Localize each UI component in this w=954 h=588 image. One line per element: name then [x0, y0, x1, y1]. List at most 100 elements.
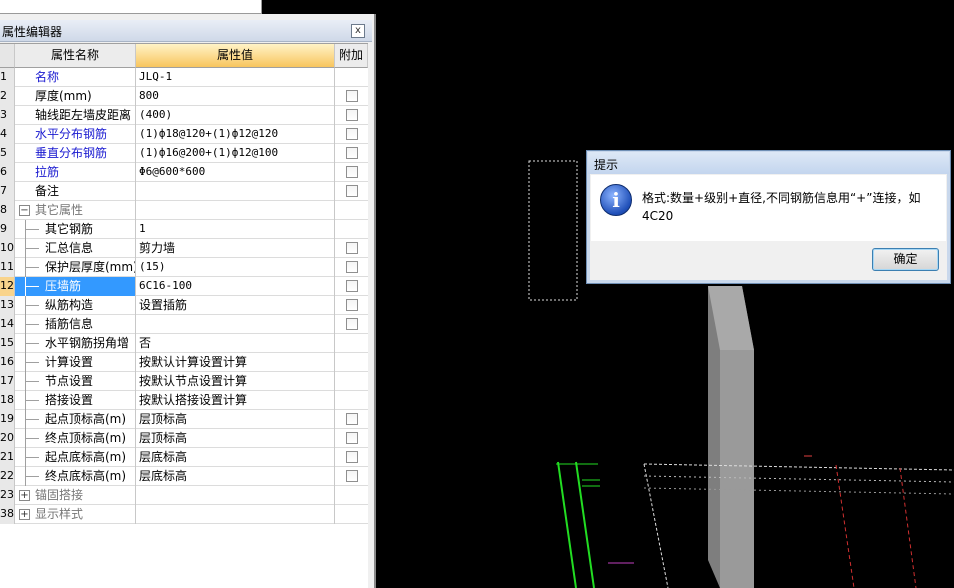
extra-checkbox[interactable]	[346, 299, 358, 311]
property-name-cell[interactable]: 终点顶标高(m)	[15, 429, 136, 448]
property-value[interactable]: (1)ф16@200+(1)ф12@100	[136, 144, 335, 163]
property-value[interactable]: Φ6@600*600	[136, 163, 335, 182]
extra-checkbox[interactable]	[346, 261, 358, 273]
property-name-cell[interactable]: 备注	[15, 182, 136, 201]
property-value[interactable]	[136, 505, 335, 524]
property-row[interactable]: 20 终点顶标高(m) 层顶标高	[0, 429, 368, 448]
property-name-cell[interactable]: 终点底标高(m)	[15, 467, 136, 486]
extra-checkbox[interactable]	[346, 147, 358, 159]
property-row[interactable]: 22 终点底标高(m) 层底标高	[0, 467, 368, 486]
cad-drawing[interactable]	[378, 0, 954, 588]
property-name-cell[interactable]: 水平分布钢筋	[15, 125, 136, 144]
property-name-cell[interactable]: + 显示样式	[15, 505, 136, 524]
property-value[interactable]: 1	[136, 220, 335, 239]
property-value[interactable]: 层顶标高	[136, 410, 335, 429]
extra-checkbox[interactable]	[346, 413, 358, 425]
property-value[interactable]: 设置插筋	[136, 296, 335, 315]
property-name-cell[interactable]: + 锚固搭接	[15, 486, 136, 505]
property-value[interactable]: 否	[136, 334, 335, 353]
property-name-cell[interactable]: 厚度(mm)	[15, 87, 136, 106]
cad-viewport[interactable]	[378, 0, 954, 588]
collapse-icon[interactable]: −	[19, 205, 30, 216]
property-name-cell[interactable]: 其它钢筋	[15, 220, 136, 239]
extra-checkbox[interactable]	[346, 280, 358, 292]
property-row[interactable]: 9 其它钢筋 1	[0, 220, 368, 239]
extra-checkbox[interactable]	[346, 242, 358, 254]
property-row[interactable]: 2 厚度(mm) 800	[0, 87, 368, 106]
extra-checkbox[interactable]	[346, 432, 358, 444]
property-row[interactable]: 1 名称 JLQ-1	[0, 68, 368, 87]
dialog-titlebar[interactable]: 提示	[588, 152, 949, 174]
property-row[interactable]: 3 轴线距左墙皮距离 (400)	[0, 106, 368, 125]
property-value[interactable]: 层底标高	[136, 467, 335, 486]
property-row[interactable]: 11 保护层厚度(mm) (15)	[0, 258, 368, 277]
property-value[interactable]: (15)	[136, 258, 335, 277]
property-value[interactable]: JLQ-1	[136, 68, 335, 87]
property-row[interactable]: 6 拉筋 Φ6@600*600	[0, 163, 368, 182]
property-name-cell[interactable]: 轴线距左墙皮距离	[15, 106, 136, 125]
column-header-name[interactable]: 属性名称	[15, 44, 136, 68]
property-value[interactable]: 剪力墙	[136, 239, 335, 258]
property-row[interactable]: 21 起点底标高(m) 层底标高	[0, 448, 368, 467]
extra-checkbox[interactable]	[346, 109, 358, 121]
close-icon[interactable]: x	[351, 24, 365, 38]
extra-checkbox[interactable]	[346, 90, 358, 102]
property-row[interactable]: 17 节点设置 按默认节点设置计算	[0, 372, 368, 391]
property-name-cell[interactable]: 计算设置	[15, 353, 136, 372]
property-value[interactable]: 按默认搭接设置计算	[136, 391, 335, 410]
property-name-cell[interactable]: 拉筋	[15, 163, 136, 182]
property-row[interactable]: 10 汇总信息 剪力墙	[0, 239, 368, 258]
property-value[interactable]: 按默认节点设置计算	[136, 372, 335, 391]
column-header-extra[interactable]: 附加	[335, 44, 368, 68]
property-row[interactable]: 19 起点顶标高(m) 层顶标高	[0, 410, 368, 429]
property-name-cell[interactable]: 名称	[15, 68, 136, 87]
property-row[interactable]: 23 + 锚固搭接	[0, 486, 368, 505]
property-value[interactable]	[136, 486, 335, 505]
property-value[interactable]: 层顶标高	[136, 429, 335, 448]
extra-checkbox[interactable]	[346, 470, 358, 482]
property-value[interactable]	[136, 315, 335, 334]
property-row[interactable]: 4 水平分布钢筋 (1)ф18@120+(1)ф12@120	[0, 125, 368, 144]
property-row[interactable]: 12 压墙筋 6C16-100	[0, 277, 368, 296]
property-name-cell[interactable]: 汇总信息	[15, 239, 136, 258]
property-name-cell[interactable]: 纵筋构造	[15, 296, 136, 315]
property-value[interactable]: 按默认计算设置计算	[136, 353, 335, 372]
property-value[interactable]: 6C16-100	[136, 277, 335, 296]
property-row[interactable]: 15 水平钢筋拐角增否	[0, 334, 368, 353]
extra-checkbox[interactable]	[346, 318, 358, 330]
extra-checkbox[interactable]	[346, 166, 358, 178]
property-name-cell[interactable]: 搭接设置	[15, 391, 136, 410]
property-value[interactable]: 800	[136, 87, 335, 106]
property-name-cell[interactable]: − 其它属性	[15, 201, 136, 220]
property-value[interactable]: (400)	[136, 106, 335, 125]
property-row[interactable]: 38 + 显示样式	[0, 505, 368, 524]
expand-icon[interactable]: +	[19, 490, 30, 501]
extra-checkbox[interactable]	[346, 128, 358, 140]
extra-checkbox[interactable]	[346, 451, 358, 463]
property-name-cell[interactable]: 插筋信息	[15, 315, 136, 334]
property-row[interactable]: 13 纵筋构造 设置插筋	[0, 296, 368, 315]
property-row[interactable]: 16 计算设置 按默认计算设置计算	[0, 353, 368, 372]
property-value[interactable]	[136, 182, 335, 201]
property-value[interactable]: 层底标高	[136, 448, 335, 467]
property-name-cell[interactable]: 水平钢筋拐角增	[15, 334, 136, 353]
expand-icon[interactable]: +	[19, 509, 30, 520]
property-name-cell[interactable]: 垂直分布钢筋	[15, 144, 136, 163]
column-header-value[interactable]: 属性值	[136, 44, 335, 68]
extra-checkbox[interactable]	[346, 185, 358, 197]
property-row[interactable]: 18 搭接设置 按默认搭接设置计算	[0, 391, 368, 410]
property-name-cell[interactable]: 起点底标高(m)	[15, 448, 136, 467]
property-row[interactable]: 7 备注	[0, 182, 368, 201]
property-editor-titlebar[interactable]: 属性编辑器 x	[0, 20, 372, 42]
property-row[interactable]: 8− 其它属性	[0, 201, 368, 220]
property-value[interactable]: (1)ф18@120+(1)ф12@120	[136, 125, 335, 144]
property-name-cell[interactable]: 保护层厚度(mm)	[15, 258, 136, 277]
property-row[interactable]: 14 插筋信息	[0, 315, 368, 334]
property-row[interactable]: 5 垂直分布钢筋 (1)ф16@200+(1)ф12@100	[0, 144, 368, 163]
property-name-cell[interactable]: 节点设置	[15, 372, 136, 391]
property-name: 保护层厚度(mm)	[45, 260, 136, 274]
property-name-cell[interactable]: 压墙筋	[15, 277, 136, 296]
ok-button[interactable]: 确定	[872, 248, 939, 271]
property-name-cell[interactable]: 起点顶标高(m)	[15, 410, 136, 429]
property-value[interactable]	[136, 201, 335, 220]
